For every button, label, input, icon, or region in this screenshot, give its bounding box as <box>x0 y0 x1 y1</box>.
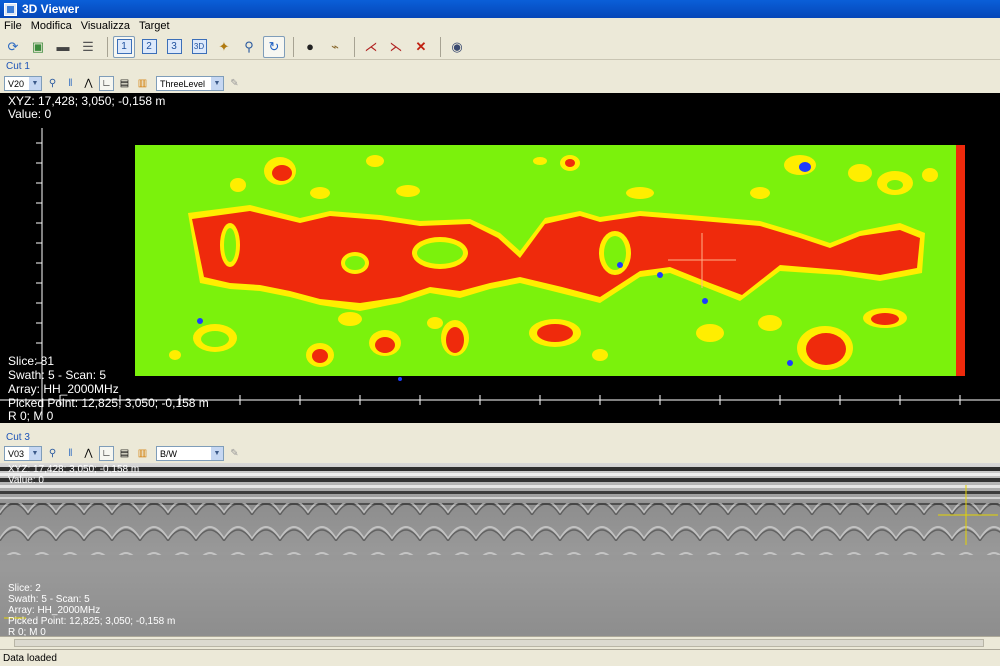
node-link-icon[interactable]: ⋋ <box>385 36 407 58</box>
status-text: Data loaded <box>3 652 57 664</box>
cut3-toolbar: V03 ▼ ⚲ ‖ ⋀ ∟ ▤ ▥ B/W ▼ ✎ <box>0 445 1000 462</box>
cut3-slice: Slice: 2 <box>8 583 41 594</box>
chart-peaks-icon[interactable]: ⋀ <box>81 446 96 461</box>
window-title: 3D Viewer <box>22 2 80 16</box>
chevron-down-icon: ▼ <box>211 447 223 460</box>
menu-bar: File Modifica Visualizza Target <box>0 18 1000 34</box>
cut3-xyz: XYZ: 17,428; 3,050; -0,158 m <box>8 464 140 475</box>
left-ruler <box>36 142 42 364</box>
compass-icon[interactable]: ✦ <box>213 36 235 58</box>
cut3-volume-value: V03 <box>8 448 25 459</box>
main-toolbar: ⟳ ▣ ▬ ☰ 1 2 3 3D ✦ ⚲ ↻ ● ⌁ ⋌ ⋋ ✕ ◉ <box>0 34 1000 60</box>
scrollbar-thumb[interactable] <box>14 639 984 647</box>
menu-visualizza[interactable]: Visualizza <box>81 20 130 32</box>
layers-icon[interactable]: ☰ <box>77 36 99 58</box>
threshold-map <box>135 145 965 381</box>
cut1-title: Cut 1 <box>6 61 30 72</box>
cut1-value: Value: 0 <box>8 107 52 121</box>
cut1-colormap-value: ThreeLevel <box>160 78 206 89</box>
cut1-array: Array: HH_2000MHz <box>8 382 119 396</box>
target-pick-icon[interactable]: ⚲ <box>238 36 260 58</box>
cut3-volume-select[interactable]: V03 ▼ <box>4 446 42 461</box>
cut1-colormap-select[interactable]: ThreeLevel ▼ <box>156 76 224 91</box>
node-edit-icon[interactable]: ⋌ <box>360 36 382 58</box>
chevron-down-icon: ▼ <box>29 77 41 90</box>
rotate-icon[interactable]: ↻ <box>263 35 285 58</box>
cut1-rm: R 0; M 0 <box>8 409 54 423</box>
chevron-down-icon: ▼ <box>211 77 223 90</box>
wrench-icon[interactable]: ✎ <box>227 446 242 461</box>
puck-icon[interactable]: ● <box>299 36 321 58</box>
globe-icon[interactable]: ◉ <box>446 36 468 58</box>
ruler-icon[interactable]: ‖ <box>63 76 78 91</box>
scan-cart-icon[interactable]: ⌁ <box>324 36 346 58</box>
cut3-colormap-select[interactable]: B/W ▼ <box>156 446 224 461</box>
ruler-icon[interactable]: ‖ <box>63 446 78 461</box>
palette-icon[interactable]: ▥ <box>135 76 150 91</box>
view-3d-button[interactable]: 3D <box>188 36 210 58</box>
cut3-swath-scan: Swath: 5 - Scan: 5 <box>8 594 90 605</box>
axis-icon[interactable]: ∟ <box>99 76 114 91</box>
view-3d-icon: 3D <box>191 39 207 54</box>
cut3-scrollbar[interactable] <box>0 636 1000 649</box>
menu-file[interactable]: File <box>4 20 22 32</box>
status-bar: Data loaded <box>0 649 1000 666</box>
cut3-title: Cut 3 <box>6 432 30 443</box>
chevron-down-icon: ▼ <box>29 447 41 460</box>
cut1-toolbar: V20 ▼ ⚲ ‖ ⋀ ∟ ▤ ▥ ThreeLevel ▼ ✎ <box>0 75 1000 92</box>
view-3-button[interactable]: 3 <box>163 36 185 58</box>
radargram-hyperbolas <box>0 503 1000 555</box>
camera-icon[interactable]: ▬ <box>52 36 74 58</box>
delete-x-icon[interactable]: ✕ <box>410 36 432 58</box>
open-project-icon[interactable]: ▣ <box>27 36 49 58</box>
cut3-rm: R 0; M 0 <box>8 627 46 636</box>
view-2-icon: 2 <box>141 39 157 54</box>
refresh-icon[interactable]: ⟳ <box>2 36 24 58</box>
cut3-viewport[interactable]: XYZ: 17,428; 3,050; -0,158 m Value: 0 Sl… <box>0 463 1000 636</box>
cut1-volume-value: V20 <box>8 78 25 89</box>
window-titlebar[interactable]: 3D Viewer <box>0 0 1000 18</box>
view-3-icon: 3 <box>166 39 182 54</box>
grid-icon[interactable]: ▤ <box>117 446 132 461</box>
chart-peaks-icon[interactable]: ⋀ <box>81 76 96 91</box>
cut1-volume-select[interactable]: V20 ▼ <box>4 76 42 91</box>
app-icon <box>4 2 17 16</box>
wrench-icon[interactable]: ✎ <box>227 76 242 91</box>
cut1-swath-scan: Swath: 5 - Scan: 5 <box>8 368 107 382</box>
menu-modifica[interactable]: Modifica <box>31 20 72 32</box>
pick-tool-icon[interactable]: ⚲ <box>45 76 60 91</box>
cut1-viewport[interactable]: XYZ: 17,428; 3,050; -0,158 m Value: 0 Sl… <box>0 93 1000 423</box>
view-1-button[interactable]: 1 <box>113 35 135 58</box>
grid-icon[interactable]: ▤ <box>117 76 132 91</box>
cut3-colormap-value: B/W <box>160 448 177 459</box>
cut3-array: Array: HH_2000MHz <box>8 605 101 616</box>
cut1-slice: Slice: 81 <box>8 354 55 368</box>
view-2-button[interactable]: 2 <box>138 36 160 58</box>
cut1-canvas <box>0 128 1000 415</box>
palette-icon[interactable]: ▥ <box>135 446 150 461</box>
axis-icon[interactable]: ∟ <box>99 446 114 461</box>
menu-target[interactable]: Target <box>139 20 170 32</box>
cut3-picked-point: Picked Point: 12,825; 3,050; -0,158 m <box>8 616 176 627</box>
view-1-icon: 1 <box>116 39 132 54</box>
pick-tool-icon[interactable]: ⚲ <box>45 446 60 461</box>
cut3-value: Value: 0 <box>8 475 44 486</box>
cut3-canvas <box>0 463 1000 636</box>
